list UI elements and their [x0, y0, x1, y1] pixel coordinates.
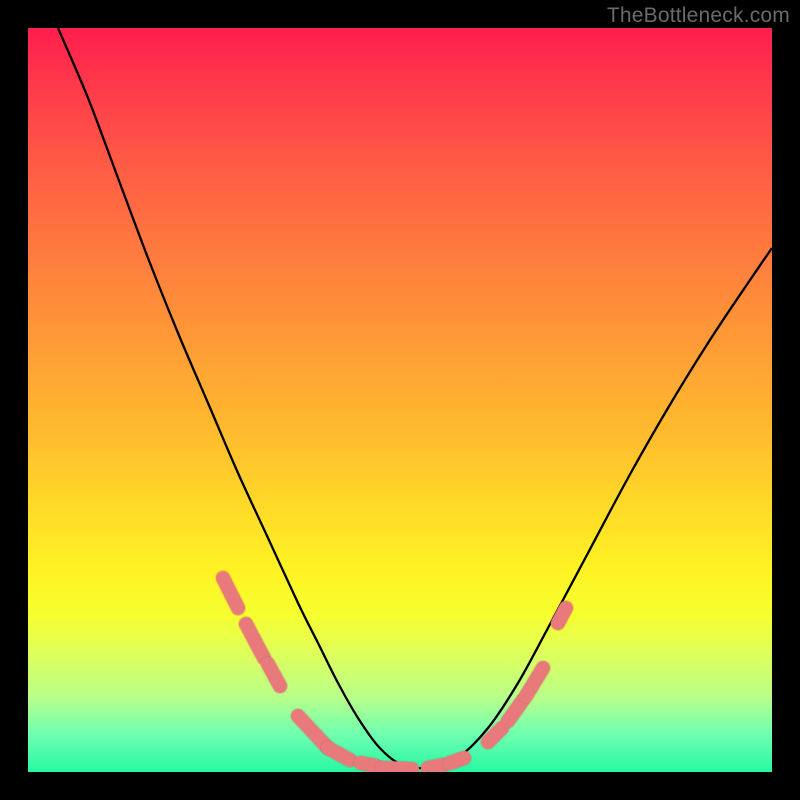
marker-segment: [450, 758, 464, 763]
marker-segment: [526, 668, 543, 696]
marker-segment: [246, 624, 264, 658]
marker-segment: [428, 765, 443, 768]
watermark-text: TheBottleneck.com: [607, 4, 790, 28]
plot-area: [28, 28, 772, 772]
chart-frame: TheBottleneck.com: [0, 0, 800, 800]
curve-layer: [28, 28, 772, 772]
marker-segment: [382, 768, 412, 769]
curve-path: [58, 28, 772, 768]
marker-segment: [223, 578, 238, 608]
marker-segment: [508, 700, 523, 721]
marker-group: [223, 578, 566, 769]
marker-segment: [488, 728, 502, 742]
bottleneck-curve: [58, 28, 772, 768]
marker-segment: [558, 608, 566, 623]
marker-segment: [361, 763, 376, 766]
